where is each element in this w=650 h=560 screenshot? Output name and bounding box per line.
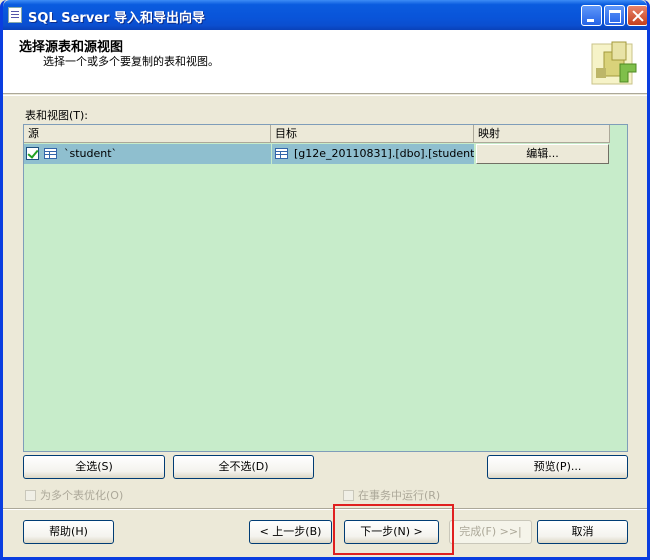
- header-divider: [3, 95, 647, 96]
- table-icon: [275, 148, 288, 159]
- maximize-icon[interactable]: [604, 5, 625, 26]
- select-all-button[interactable]: 全选(S): [23, 455, 165, 479]
- title-bar[interactable]: SQL Server 导入和导出向导: [3, 0, 647, 30]
- help-button[interactable]: 帮助(H): [23, 520, 114, 544]
- wizard-header: 选择源表和源视图 选择一个或多个要复制的表和视图。: [3, 30, 647, 94]
- table-row[interactable]: `student` [g12e_20110831].[dbo].[student…: [24, 144, 610, 164]
- table-icon: [44, 148, 57, 159]
- page-subtitle: 选择一个或多个要复制的表和视图。: [43, 55, 219, 68]
- app-icon: [8, 7, 22, 23]
- wizard-window: SQL Server 导入和导出向导 选择源表和源视图 选择一个或多个要复制的表…: [0, 0, 650, 560]
- cancel-button[interactable]: 取消: [537, 520, 628, 544]
- grid-header: 源 目标 映射: [24, 125, 627, 143]
- footer-divider: [3, 508, 647, 510]
- destination-cell[interactable]: [g12e_20110831].[dbo].[student]: [272, 144, 474, 164]
- edit-mapping-button[interactable]: 编辑...: [476, 144, 609, 164]
- next-button[interactable]: 下一步(N) >: [344, 520, 439, 544]
- run-in-transaction-checkbox[interactable]: [343, 490, 354, 501]
- optimize-multiple-option[interactable]: 为多个表优化(O): [25, 487, 123, 503]
- column-header-destination[interactable]: 目标: [271, 125, 474, 143]
- source-cell[interactable]: `student`: [24, 144, 271, 164]
- row-checkbox[interactable]: [26, 147, 39, 160]
- column-header-source[interactable]: 源: [24, 125, 271, 143]
- optimize-multiple-checkbox[interactable]: [25, 490, 36, 501]
- close-icon[interactable]: [627, 5, 647, 26]
- window-title: SQL Server 导入和导出向导: [28, 11, 206, 26]
- deselect-all-button[interactable]: 全不选(D): [173, 455, 314, 479]
- finish-button[interactable]: 完成(F) >>|: [449, 520, 532, 544]
- run-in-transaction-option[interactable]: 在事务中运行(R): [343, 487, 440, 503]
- run-in-transaction-label: 在事务中运行(R): [358, 489, 441, 502]
- column-header-mapping[interactable]: 映射: [474, 125, 610, 143]
- destination-name: [g12e_20110831].[dbo].[student]: [294, 147, 474, 160]
- optimize-multiple-label: 为多个表优化(O): [40, 489, 124, 502]
- preview-button[interactable]: 预览(P)...: [487, 455, 628, 479]
- back-button[interactable]: < 上一步(B): [249, 520, 332, 544]
- wizard-graphic-icon: [591, 41, 637, 85]
- tables-grid[interactable]: 源 目标 映射 `student` [g12e_20110831].[dbo].…: [23, 124, 628, 452]
- source-name: `student`: [64, 147, 118, 160]
- tables-views-label: 表和视图(T):: [25, 109, 89, 122]
- minimize-icon[interactable]: [581, 5, 602, 26]
